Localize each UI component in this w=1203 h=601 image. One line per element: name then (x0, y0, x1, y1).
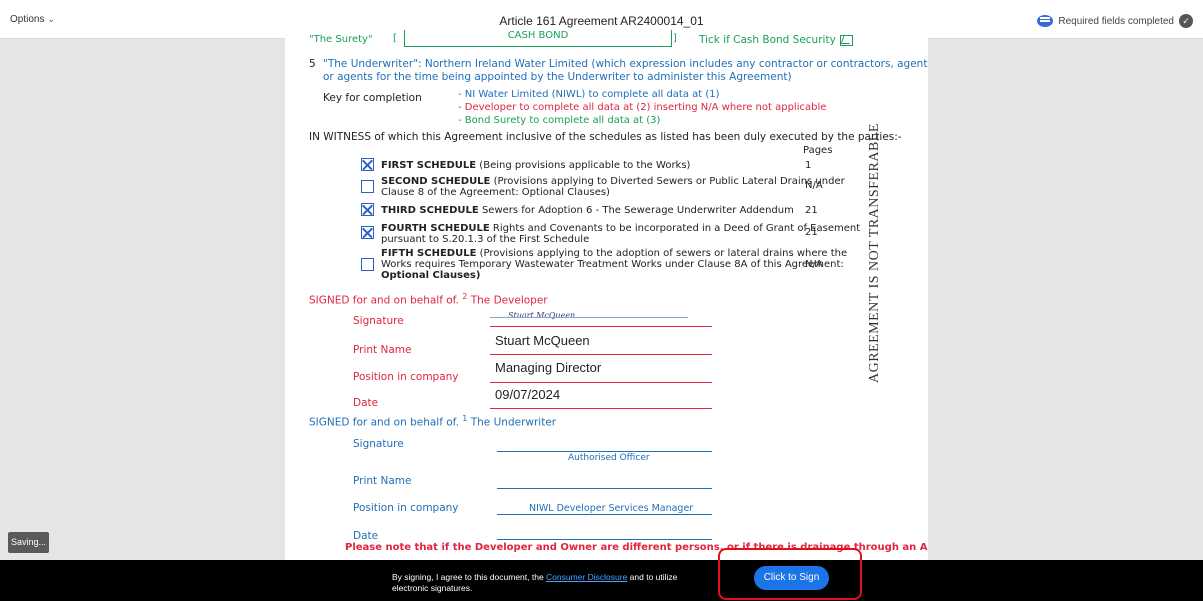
schedule-5-pages: N/A (805, 259, 823, 270)
checkbox-icon[interactable] (839, 34, 853, 46)
schedule-2: SECOND SCHEDULE (Provisions applying to … (381, 176, 845, 198)
developer-print-name-line (490, 354, 712, 355)
schedule-4-text-2: pursuant to S.20.1.3 of the First Schedu… (381, 234, 590, 245)
schedule-4-checkbox[interactable] (361, 226, 374, 239)
key-line-3: - Bond Surety to complete all data at (3… (458, 115, 661, 126)
schedule-5-title: FIFTH SCHEDULE (381, 248, 477, 259)
schedule-5-text-3: Optional Clauses) (381, 270, 481, 281)
developer-position-field[interactable]: Managing Director (495, 360, 601, 375)
document-title: Article 161 Agreement AR2400014_01 (499, 14, 704, 28)
developer-heading-prefix: SIGNED for and on behalf of. (309, 294, 459, 307)
developer-print-name-field[interactable]: Stuart McQueen (495, 333, 590, 348)
schedule-2-title: SECOND SCHEDULE (381, 176, 491, 187)
schedule-5-checkbox[interactable] (361, 258, 374, 271)
underwriter-signature-caption: Authorised Officer (568, 453, 650, 463)
key-line-1: - NI Water Limited (NIWL) to complete al… (458, 89, 720, 100)
surety-value: CASH BOND (507, 30, 569, 41)
key-label: Key for completion (323, 92, 422, 104)
comment-icon[interactable] (1037, 15, 1054, 27)
developer-signature-line (490, 326, 712, 327)
consumer-disclosure-link[interactable]: Consumer Disclosure (546, 572, 627, 582)
underwriter-heading-prefix: SIGNED for and on behalf of. (309, 416, 459, 429)
cash-bond-tick-label: Tick if Cash Bond Security (699, 34, 836, 46)
key-line-2: - Developer to complete all data at (2) … (458, 102, 827, 113)
required-fields-label: Required fields completed (1058, 15, 1174, 27)
developer-heading-marker: 2 (462, 292, 468, 301)
consent-text: By signing, I agree to this document, th… (392, 572, 712, 594)
developer-date-label: Date (353, 397, 379, 409)
schedule-4: FOURTH SCHEDULE Rights and Covenants to … (381, 223, 860, 245)
developer-print-name-label: Print Name (353, 344, 412, 356)
underwriter-signature-line (497, 451, 712, 452)
schedule-5: FIFTH SCHEDULE (Provisions applying to t… (381, 248, 847, 281)
cash-bond-tick: Tick if Cash Bond Security (699, 34, 853, 46)
underwriter-definition-line-2: or agents for the time being appointed b… (323, 71, 792, 83)
developer-date-field[interactable]: 09/07/2024 (495, 387, 560, 402)
signature-underline (490, 317, 688, 318)
developer-date-line (490, 408, 712, 409)
footer-bar: By signing, I agree to this document, th… (0, 560, 1203, 601)
schedule-2-pages: N/A (805, 180, 823, 191)
underwriter-date-line[interactable] (497, 539, 712, 540)
underwriter-position-value: NIWL Developer Services Manager (529, 503, 694, 514)
schedule-2-text-2: Clause 8 of the Agreement: Optional Clau… (381, 187, 610, 198)
pages-header: Pages (803, 145, 833, 156)
required-fields-status[interactable]: Required fields completed ✓ (1037, 14, 1193, 28)
underwriter-print-name-label: Print Name (353, 475, 412, 487)
click-to-sign-button[interactable]: Click to Sign (754, 566, 829, 590)
underwriter-date-label: Date (353, 530, 379, 542)
surety-field[interactable]: CASH BOND (404, 30, 672, 47)
underwriter-position-label: Position in company (353, 502, 459, 514)
developer-signature-label: Signature (353, 315, 404, 327)
schedule-1: FIRST SCHEDULE (Being provisions applica… (381, 160, 690, 171)
saving-indicator: Saving... (8, 532, 49, 553)
consent-prefix: By signing, I agree to this document, th… (392, 572, 547, 582)
schedule-5-text: (Provisions applying to the adoption of … (476, 248, 848, 259)
underwriter-position-line (497, 514, 712, 515)
side-text: AGREEMENT IS NOT TRANSFERABLE (867, 123, 882, 383)
checkmark-circle-icon: ✓ (1179, 14, 1193, 28)
developer-position-line (490, 382, 712, 383)
schedule-3: THIRD SCHEDULE Sewers for Adoption 6 - T… (381, 205, 794, 216)
underwriter-definition-line-1: "The Underwriter": Northern Ireland Wate… (323, 58, 928, 70)
surety-bracket-open: [ (393, 33, 397, 44)
developer-signing-heading: SIGNED for and on behalf of. 2 The Devel… (309, 292, 548, 307)
schedule-1-text: (Being provisions applicable to the Work… (476, 160, 691, 171)
schedule-5-text-2: Works requires Temporary Wastewater Trea… (381, 259, 844, 270)
clause-number: 5 (309, 58, 316, 70)
underwriter-heading-suffix: The Underwriter (470, 416, 557, 429)
schedule-4-pages: 21 (805, 227, 818, 238)
underwriter-heading-marker: 1 (462, 414, 468, 423)
schedule-3-title: THIRD SCHEDULE (381, 205, 479, 216)
surety-bracket-close: ] (673, 33, 677, 44)
schedule-1-title: FIRST SCHEDULE (381, 160, 477, 171)
witness-text: IN WITNESS of which this Agreement inclu… (309, 131, 902, 143)
underwriter-signing-heading: SIGNED for and on behalf of. 1 The Under… (309, 414, 556, 429)
schedule-3-pages: 21 (805, 205, 818, 216)
surety-label: "The Surety" (309, 34, 373, 45)
developer-signature-image[interactable]: Stuart McQueen (508, 311, 575, 320)
schedule-2-text: (Provisions applying to Diverted Sewers … (490, 176, 845, 187)
schedule-3-checkbox[interactable] (361, 203, 374, 216)
document-page: "The Surety" [ CASH BOND ] Tick if Cash … (285, 30, 928, 560)
schedule-4-title: FOURTH SCHEDULE (381, 223, 490, 234)
underwriter-signature-label: Signature (353, 438, 404, 450)
schedule-3-text: Sewers for Adoption 6 - The Sewerage Und… (478, 205, 794, 216)
schedule-1-checkbox[interactable] (361, 158, 374, 171)
developer-position-label: Position in company (353, 371, 459, 383)
schedule-1-pages: 1 (805, 160, 812, 171)
developer-heading-suffix: The Developer (470, 294, 548, 307)
schedule-2-checkbox[interactable] (361, 180, 374, 193)
underwriter-print-name-line[interactable] (497, 488, 712, 489)
